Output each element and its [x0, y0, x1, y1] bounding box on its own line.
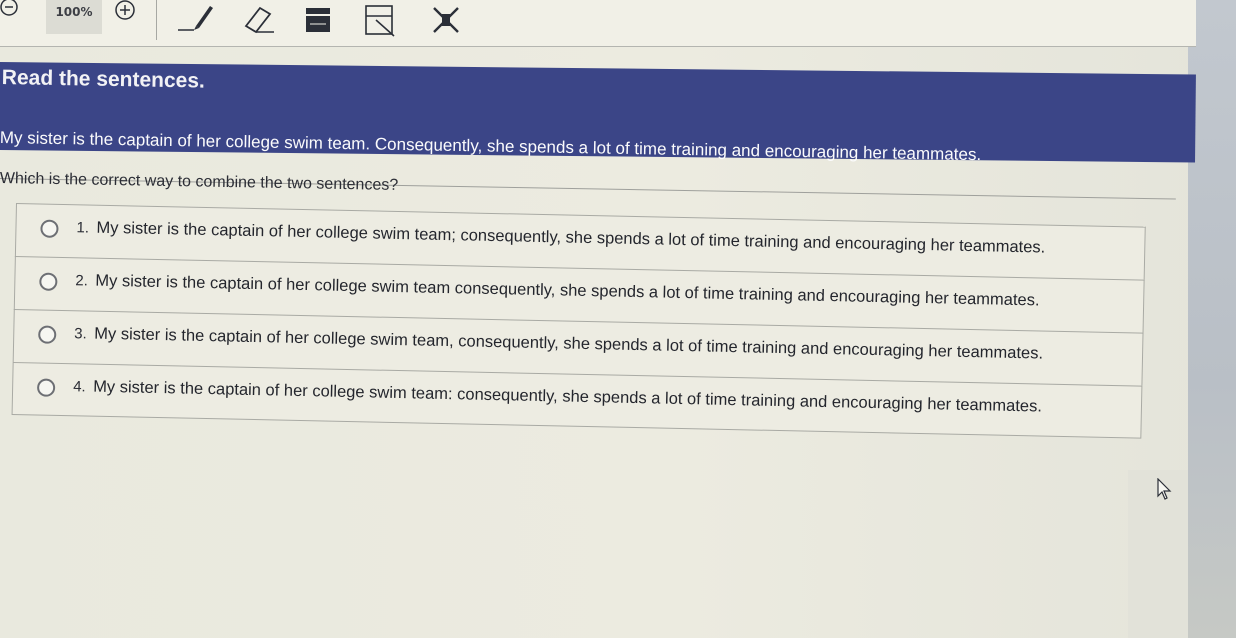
radio-button[interactable] [38, 325, 57, 344]
radio-button[interactable] [36, 378, 56, 397]
option-text: My sister is the captain of her college … [94, 324, 1044, 363]
option-number: 3. [74, 325, 87, 343]
radio-button[interactable] [40, 219, 59, 238]
toolbar-divider [156, 0, 157, 40]
question-text: Which is the correct way to combine the … [0, 170, 399, 194]
option-text: My sister is the captain of her college … [95, 271, 1040, 310]
pen-icon[interactable] [176, 2, 216, 34]
toolbar: 100% [0, 0, 1196, 47]
eraser-icon[interactable] [238, 2, 278, 34]
test-screen: 100% Read the sentences. My sister is th… [0, 0, 1236, 638]
zoom-out-icon[interactable] [0, 0, 22, 22]
option-number: 2. [75, 272, 89, 290]
zoom-in-icon[interactable] [112, 0, 138, 24]
option-text: My sister is the captain of her college … [96, 218, 1046, 257]
mouse-pointer-icon [1156, 477, 1172, 500]
line-reader-icon[interactable] [360, 2, 400, 38]
highlighter-icon[interactable] [300, 2, 336, 34]
radio-button[interactable] [39, 272, 58, 291]
prompt-title: Read the sentences. [1, 66, 206, 93]
option-text: My sister is the captain of her college … [92, 377, 1043, 416]
masking-icon[interactable] [428, 4, 464, 36]
option-number: 4. [72, 378, 86, 396]
zoom-level: 100% [46, 0, 102, 34]
answer-options: 1. My sister is the captain of her colle… [11, 203, 1146, 439]
option-number: 1. [76, 219, 90, 237]
